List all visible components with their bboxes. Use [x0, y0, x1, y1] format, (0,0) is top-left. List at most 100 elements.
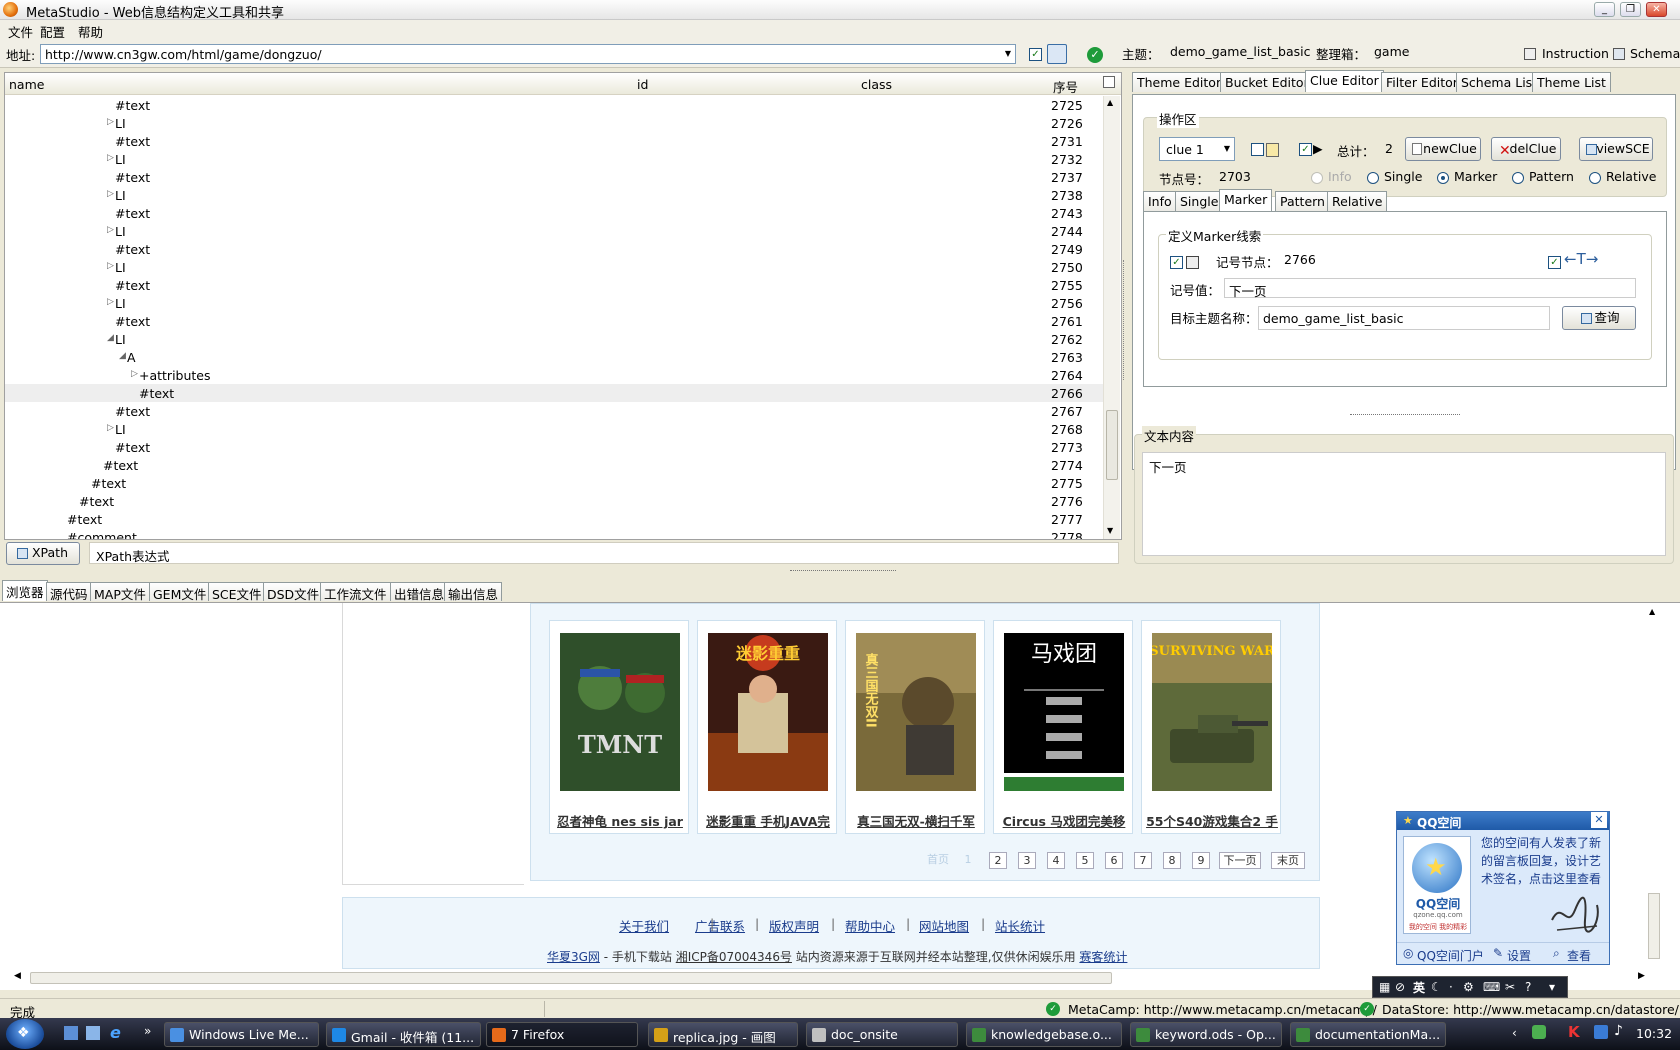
mode-radio-marker[interactable]: Marker	[1437, 169, 1497, 184]
marker-node-checkbox[interactable]: ✓	[1170, 256, 1183, 269]
qq-notification[interactable]: ★ QQ空间 ✕ ★ QQ空间 qzone.qq.com 我的空间 我的精彩 您…	[1396, 811, 1610, 965]
subtab-info[interactable]: Info	[1143, 191, 1177, 211]
tree-row[interactable]: #text 2775	[5, 474, 1103, 492]
browser-vertical-scrollbar[interactable]: ▲	[1646, 603, 1663, 969]
tree-row[interactable]: ▷ LI 2738	[5, 186, 1103, 204]
game-title[interactable]: 真三国无双-横扫千军	[846, 811, 986, 830]
collapsed-icon[interactable]: ▷	[107, 117, 114, 127]
tree-row[interactable]: #text 2749	[5, 240, 1103, 258]
pager-last[interactable]: 末页	[1271, 852, 1305, 869]
game-title[interactable]: 忍者神龟 nes sis jar	[550, 811, 690, 830]
scroll-up-icon[interactable]: ▲	[1107, 98, 1113, 107]
tree-row[interactable]: #text 2725	[5, 96, 1103, 114]
marker-direction-checkbox[interactable]: ✓	[1548, 256, 1561, 269]
quicklaunch-more-icon[interactable]: »	[144, 1024, 151, 1038]
tree-row[interactable]: ▷ LI 2750	[5, 258, 1103, 276]
scroll-right-icon[interactable]: ▶	[1638, 971, 1645, 981]
query-button[interactable]: 查询	[1562, 306, 1636, 330]
tab-clue-editor[interactable]: Clue Editor	[1305, 70, 1384, 92]
close-icon[interactable]: ✕	[1591, 812, 1607, 828]
qq-link-home[interactable]: QQ空间门户	[1417, 947, 1484, 964]
pager-page[interactable]: 6	[1105, 852, 1123, 869]
mode-radio-info[interactable]: Info	[1311, 169, 1352, 184]
marker-node-icon[interactable]	[1186, 256, 1199, 269]
pager-page[interactable]: 7	[1134, 852, 1152, 869]
tab-sce[interactable]: SCE文件	[208, 582, 266, 602]
game-card[interactable]: 马戏团 Circus 马戏团完美移	[993, 620, 1133, 834]
collapsed-icon[interactable]: ▷	[107, 423, 114, 433]
ime-dot-icon[interactable]: ·	[1449, 980, 1453, 994]
tab-output[interactable]: 输出信息	[444, 582, 503, 602]
footer-link-about[interactable]: 关于我们	[619, 916, 669, 935]
tree-row[interactable]: #text 2743	[5, 204, 1103, 222]
clue-prop-icon[interactable]	[1266, 143, 1279, 157]
collapsed-icon[interactable]: ▷	[107, 297, 114, 307]
collapsed-icon[interactable]: ▷	[107, 153, 114, 163]
ok-icon[interactable]: ✓	[1087, 47, 1103, 63]
game-title[interactable]: 55个S40游戏集合2 手	[1142, 811, 1282, 830]
tree-row[interactable]: #text 2766	[5, 384, 1103, 402]
expanded-icon[interactable]: ◢	[107, 333, 114, 343]
collapsed-icon[interactable]: ▷	[131, 369, 138, 379]
new-clue-button[interactable]: newClue	[1405, 137, 1481, 161]
game-title[interactable]: Circus 马戏团完美移	[994, 811, 1134, 830]
url-checkbox[interactable]: ✓	[1029, 48, 1042, 61]
tray-expand-icon[interactable]: ‹	[1512, 1026, 1517, 1040]
delete-clue-button[interactable]: ✕ delClue	[1491, 137, 1561, 161]
play-icon[interactable]: ▶	[1313, 141, 1323, 156]
taskbar-item[interactable]: knowledgebase.o...	[966, 1022, 1122, 1047]
column-name[interactable]: name	[9, 77, 44, 92]
ime-menu-icon[interactable]: ▾	[1549, 980, 1555, 994]
ime-block-icon[interactable]: ⊘	[1395, 980, 1405, 994]
tree-row[interactable]: #text 2767	[5, 402, 1103, 420]
tray-antivirus-icon[interactable]: K	[1568, 1023, 1580, 1041]
column-id[interactable]: id	[637, 77, 648, 92]
clue-checkbox[interactable]	[1251, 143, 1264, 156]
browser-hscroll-thumb[interactable]	[30, 972, 1112, 984]
tab-filter-editor[interactable]: Filter Editor	[1381, 72, 1463, 92]
subtab-pattern[interactable]: Pattern	[1275, 191, 1330, 211]
tab-gem[interactable]: GEM文件	[149, 582, 211, 602]
footer-link-copyright[interactable]: 版权声明	[769, 916, 819, 935]
ime-help-icon[interactable]: ?	[1525, 980, 1531, 994]
taskbar-item[interactable]: keyword.ods - Op...	[1130, 1022, 1282, 1047]
tree-row[interactable]: ▷ LI 2756	[5, 294, 1103, 312]
target-theme-input[interactable]: demo_game_list_basic	[1258, 306, 1550, 330]
mode-radio-pattern[interactable]: Pattern	[1512, 169, 1574, 184]
metacamp-link[interactable]: MetaCamp: http://www.metacamp.cn/metacam…	[1068, 1002, 1377, 1017]
tab-map[interactable]: MAP文件	[90, 582, 150, 602]
tree-row[interactable]: #text 2776	[5, 492, 1103, 510]
footer-icp-link[interactable]: 湘ICP备07004346号	[676, 950, 792, 964]
column-seq[interactable]: 序号	[1053, 77, 1078, 96]
scroll-down-icon[interactable]: ▼	[1107, 526, 1113, 535]
game-card[interactable]: 真三国无双II 真三国无双-横扫千军	[845, 620, 985, 834]
tab-bucket-editor[interactable]: Bucket Editor	[1220, 72, 1314, 92]
scroll-up-icon[interactable]: ▲	[1649, 607, 1655, 616]
tree-row[interactable]: ◢ A 2763	[5, 348, 1103, 366]
pager-first[interactable]: 首页	[925, 852, 951, 869]
ime-toolbar[interactable]: ▦ ⊘ 英 ☾ · ⚙ ⌨ ✂ ? ▾	[1372, 976, 1568, 998]
tab-theme-editor[interactable]: Theme Editor	[1132, 72, 1227, 92]
pager-page[interactable]: 9	[1192, 852, 1210, 869]
collapsed-icon[interactable]: ▷	[107, 225, 114, 235]
tree-row[interactable]: #text 2773	[5, 438, 1103, 456]
tab-errors[interactable]: 出错信息	[390, 582, 449, 602]
tab-source[interactable]: 源代码	[46, 582, 92, 602]
pager-page[interactable]: 2	[989, 852, 1007, 869]
tree-vertical-scrollbar[interactable]: ▲ ▼	[1103, 96, 1120, 539]
tree-row[interactable]: #text 2731	[5, 132, 1103, 150]
ie-icon[interactable]: e	[110, 1023, 121, 1042]
menu-config[interactable]: 配置	[40, 22, 65, 41]
qq-link-settings[interactable]: 设置	[1507, 947, 1531, 964]
tab-workflow[interactable]: 工作流文件	[320, 582, 391, 602]
subtab-single[interactable]: Single	[1175, 191, 1224, 211]
tree-row[interactable]: #text 2761	[5, 312, 1103, 330]
direction-arrows-icon[interactable]: ←T→	[1564, 250, 1598, 268]
maximize-button[interactable]: ❐	[1620, 2, 1641, 17]
capture-icon[interactable]	[1047, 44, 1067, 64]
collapsed-icon[interactable]: ▷	[107, 189, 114, 199]
mode-radio-relative[interactable]: Relative	[1589, 169, 1656, 184]
collapsed-icon[interactable]: ▷	[107, 261, 114, 271]
start-button[interactable]: ❖	[6, 1019, 44, 1049]
taskbar-item[interactable]: Windows Live Me...	[164, 1022, 319, 1047]
